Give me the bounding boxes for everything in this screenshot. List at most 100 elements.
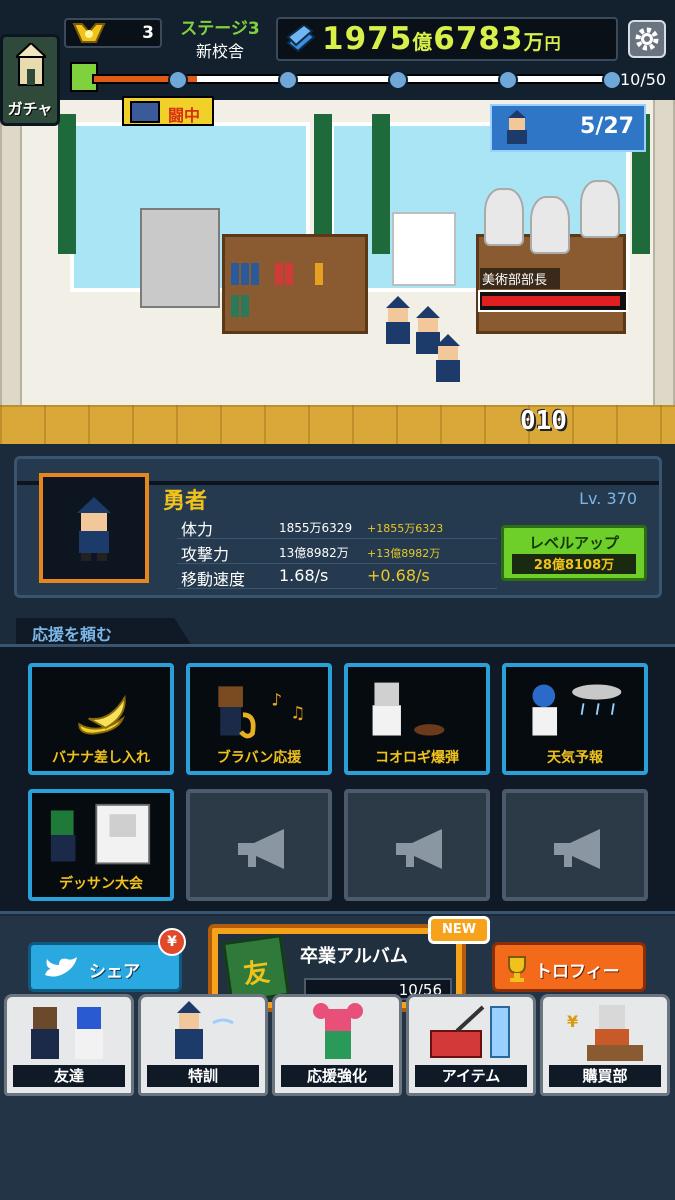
settings-button[interactable] (628, 20, 666, 58)
nav-label: アイテム (415, 1065, 527, 1087)
album-title: 卒業アルバム (300, 946, 408, 967)
hero-stats: 体力 1855万6329 +1855万6323 攻撃力 13億8982万 +13… (177, 514, 497, 589)
bookshelf (222, 234, 368, 334)
cricket-icon (372, 682, 445, 736)
money-amount: 1975億6783万円 (322, 21, 562, 57)
wave-counter: 5/27 (490, 104, 646, 152)
canvas-board (392, 212, 456, 286)
support-card-label: ブラバン応援 (216, 750, 302, 766)
book (231, 263, 239, 285)
support-card-label: デッサン大会 (59, 876, 143, 892)
gacha-button[interactable]: ガチャ (0, 34, 60, 126)
support-card-empty[interactable] (502, 789, 648, 901)
share-label: シェア (89, 962, 140, 982)
shopkeeper-icon: ¥ (567, 1005, 643, 1061)
hero-name: 勇者 (163, 489, 208, 514)
fighting-label: 闘中 (168, 106, 201, 125)
stat-bonus: +0.68/s (367, 566, 430, 585)
nav-friends[interactable]: 友達 (4, 994, 134, 1096)
boss-name: 美術部部長 (480, 268, 560, 289)
stat-value: 1.68/s (279, 566, 329, 585)
support-card-sketch-contest[interactable]: デッサン大会 (28, 789, 174, 901)
enemy-face-icon (278, 70, 298, 90)
stat-bonus: +13億8982万 (367, 547, 441, 560)
money-counter: 1975億6783万円 (276, 17, 618, 61)
nav-label: 購買部 (549, 1065, 661, 1087)
nav-school-store[interactable]: ¥ 購買部 (540, 994, 670, 1096)
floor-pattern (0, 405, 675, 444)
stage-progress-count: 10/50 (620, 70, 667, 89)
school-icon (130, 101, 160, 123)
hero-mini-icon (507, 110, 527, 144)
book (241, 295, 249, 317)
nav-items[interactable]: アイテム (406, 994, 536, 1096)
support-card-weather[interactable]: 天気予報 (502, 663, 648, 775)
saxophone-icon: ♪♫ (218, 686, 305, 739)
boss-hp-bar (478, 290, 628, 312)
nav-support-upgrade[interactable]: 応援強化 (272, 994, 402, 1096)
church-icon (16, 43, 46, 86)
friends-icon (31, 1007, 103, 1059)
gacha-label: ガチャ (7, 100, 53, 118)
plaster-statue (530, 196, 570, 254)
book (241, 263, 249, 285)
book (315, 263, 323, 285)
svg-text:¥: ¥ (567, 1012, 578, 1031)
money-amount-a: 1975 (322, 21, 413, 57)
drawer-cabinet (140, 208, 220, 308)
stat-value: 13億8982万 (279, 546, 349, 560)
curtain (372, 114, 390, 254)
support-card-empty[interactable] (186, 789, 332, 901)
wall-pillar (0, 100, 22, 444)
medal-count: 3 (142, 23, 154, 43)
trophy-button[interactable]: トロフィー (492, 942, 646, 992)
cheerleader-icon (313, 1003, 363, 1059)
support-tab: 応援を頼む (16, 618, 192, 646)
hero-portrait[interactable] (39, 473, 149, 583)
money-amount-b: 6783 (433, 21, 524, 57)
bird-icon (45, 957, 77, 977)
support-tab-label: 応援を頼む (32, 625, 113, 644)
support-card-cricket-bomb[interactable]: コオロギ爆弾 (344, 663, 490, 775)
book (275, 263, 283, 285)
megaphone-icon (554, 829, 600, 869)
weather-icon (532, 684, 622, 736)
money-stack-icon (286, 25, 316, 53)
battle-scene: 5/27 美術部部長 010 (0, 100, 675, 444)
svg-text:♪: ♪ (271, 690, 282, 710)
hero-level: Lv. 370 (579, 489, 637, 508)
book (251, 263, 259, 285)
support-card-banana[interactable]: バナナ差し入れ (28, 663, 174, 775)
album-book-char: 友 (241, 957, 272, 991)
game-screen: 3 ステージ3 新校舎 1975億6783万円 10/50 ガチャ 5/27 美… (0, 0, 675, 1200)
damage-number: 010 (520, 406, 567, 436)
share-button[interactable]: シェア (28, 942, 182, 992)
top-bar: 3 ステージ3 新校舎 1975億6783万円 10/50 (0, 0, 675, 104)
support-card-empty[interactable] (344, 789, 490, 901)
hero-status-panel: 勇者 Lv. 370 体力 1855万6329 +1855万6323 攻撃力 1… (14, 456, 662, 598)
enemy-face-icon (168, 70, 188, 90)
enemy-face-icon (602, 70, 622, 90)
trophy-label: トロフィー (535, 962, 620, 982)
yen-badge: ¥ (158, 928, 186, 956)
level-up-button[interactable]: レベルアップ 28億8108万 (501, 525, 647, 581)
support-card-label: バナナ差し入れ (52, 750, 150, 766)
megaphone-icon (396, 829, 442, 869)
support-card-brass-band[interactable]: ♪ ♫ ブラバン応援 (186, 663, 332, 775)
stat-label: 体力 (181, 520, 214, 539)
curtain (58, 114, 76, 254)
plaster-statue (484, 188, 524, 246)
support-card-label: コオロギ爆弾 (375, 750, 459, 766)
wall-pillar (653, 100, 675, 444)
level-up-cost: 28億8108万 (512, 554, 636, 574)
stat-row-attack: 攻撃力 13億8982万 +13億8982万 (177, 539, 497, 564)
sketch-icon (50, 803, 151, 865)
stat-label: 移動速度 (181, 570, 246, 589)
enemy-face-icon (388, 70, 408, 90)
nav-training[interactable]: 特訓 (138, 994, 268, 1096)
training-icon (175, 1001, 234, 1059)
bottom-menu: シェア ¥ 友 卒業アルバム 10/56 NEW トロフィー 友達 特訓 応援強… (0, 916, 675, 1200)
stat-value: 1855万6329 (279, 521, 353, 535)
new-badge: NEW (428, 916, 490, 944)
stat-row-speed: 移動速度 1.68/s +0.68/s (177, 564, 497, 589)
